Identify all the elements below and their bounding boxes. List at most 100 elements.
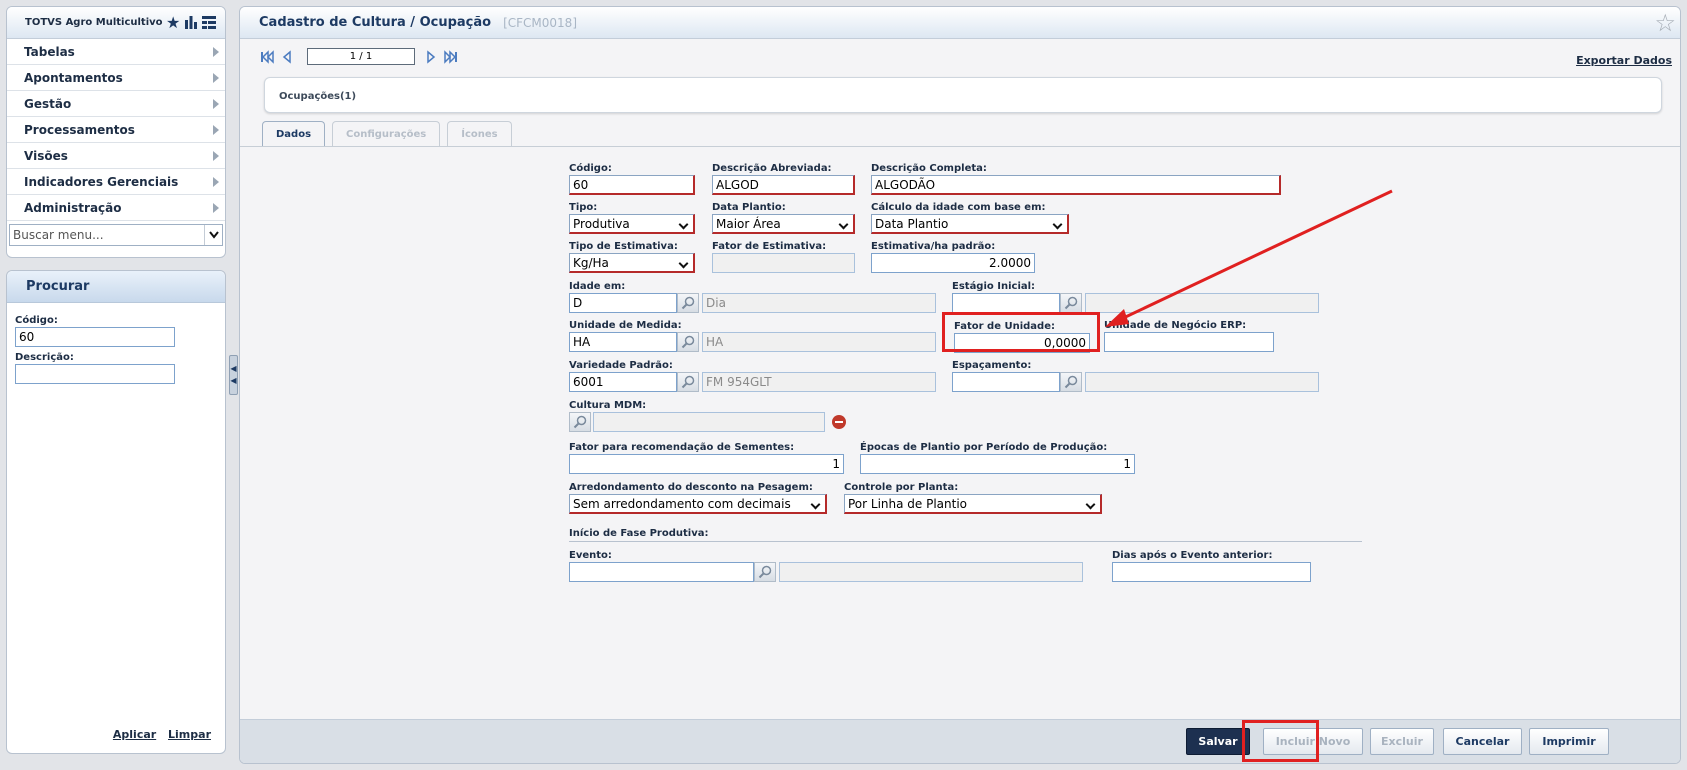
descricao-filter-input[interactable]	[15, 364, 175, 384]
calculo-idade-select[interactable]: Data Plantio	[871, 214, 1069, 234]
export-data-link[interactable]: Exportar Dados	[1576, 54, 1672, 67]
occupations-panel[interactable]: Ocupações(1)	[264, 77, 1662, 113]
page-code: [CFCM0018]	[503, 15, 577, 30]
evento-field[interactable]	[569, 562, 754, 582]
star-icon[interactable]: ★	[166, 14, 181, 31]
search-panel-title: Procurar	[7, 271, 225, 303]
page-indicator-input[interactable]: 1 / 1	[307, 48, 415, 65]
variedade-padrao-lookup[interactable]	[677, 372, 699, 392]
save-button[interactable]: Salvar	[1186, 728, 1250, 755]
sidebar-item-visoes[interactable]: Visões	[7, 143, 225, 169]
tab-configuracoes[interactable]: Configurações	[332, 121, 441, 146]
bar-chart-icon[interactable]	[184, 15, 199, 31]
magnifier-icon	[681, 375, 695, 389]
grid-list-icon[interactable]	[202, 15, 217, 31]
descricao-abreviada-field[interactable]: ALGOD	[712, 175, 855, 195]
app-title: TOTVS Agro Multicultivo	[25, 17, 163, 28]
chevron-down-icon[interactable]	[204, 225, 222, 245]
chevron-right-icon	[213, 203, 219, 213]
cultura-mdm-lookup[interactable]	[569, 412, 591, 432]
estagio-inicial-label: Estágio Inicial:	[952, 281, 1036, 292]
sidebar-item-indicadores[interactable]: Indicadores Gerenciais	[7, 169, 225, 195]
data-plantio-select[interactable]: Maior Área	[712, 214, 855, 234]
variedade-padrao-description: FM 954GLT	[702, 372, 936, 392]
chevron-right-icon	[213, 47, 219, 57]
espacamento-lookup[interactable]	[1060, 372, 1082, 392]
apply-filter-link[interactable]: Aplicar	[113, 728, 156, 741]
codigo-label: Código:	[569, 163, 612, 174]
variedade-padrao-field[interactable]: 6001	[569, 372, 677, 392]
sidebar-collapse-handle[interactable]: ◀ ◀	[229, 355, 238, 395]
controle-planta-select[interactable]: Por Linha de Plantio	[844, 494, 1102, 514]
main-panel: Cadastro de Cultura / Ocupação [CFCM0018…	[239, 6, 1681, 764]
estagio-inicial-lookup[interactable]	[1060, 293, 1082, 313]
dias-apos-label: Dias após o Evento anterior:	[1112, 550, 1273, 561]
cancel-button[interactable]: Cancelar	[1443, 728, 1522, 755]
estimativa-ha-field[interactable]: 2.0000	[871, 253, 1035, 273]
evento-lookup[interactable]	[754, 562, 776, 582]
chevron-right-icon	[213, 125, 219, 135]
dias-apos-field[interactable]	[1112, 562, 1311, 582]
magnifier-icon	[1064, 375, 1078, 389]
calculo-idade-label: Cálculo da idade com base em:	[871, 202, 1046, 213]
codigo-field[interactable]: 60	[569, 175, 695, 195]
sidebar-header: TOTVS Agro Multicultivo ★	[7, 7, 225, 39]
variedade-padrao-label: Variedade Padrão:	[569, 360, 673, 371]
occupations-label: Ocupações(1)	[279, 91, 357, 102]
last-record-icon[interactable]	[443, 49, 459, 65]
favorite-star-icon[interactable]: ☆	[1654, 11, 1676, 35]
sidebar-item-label: Processamentos	[24, 122, 135, 137]
unidade-medida-label: Unidade de Medida:	[569, 320, 682, 331]
controle-planta-label: Controle por Planta:	[844, 482, 959, 493]
sidebar-item-label: Indicadores Gerenciais	[24, 174, 179, 189]
descricao-filter-label: Descrição:	[15, 352, 74, 363]
fator-sementes-label: Fator para recomendação de Sementes:	[569, 442, 795, 453]
sidebar-item-apontamentos[interactable]: Apontamentos	[7, 65, 225, 91]
cultura-mdm-label: Cultura MDM:	[569, 400, 647, 411]
idade-em-lookup[interactable]	[677, 293, 699, 313]
unidade-medida-description: HA	[702, 332, 936, 352]
sidebar-item-processamentos[interactable]: Processamentos	[7, 117, 225, 143]
tab-dados[interactable]: Dados	[262, 121, 326, 147]
delete-button[interactable]: Excluir	[1370, 728, 1434, 755]
sidebar-item-label: Tabelas	[24, 44, 75, 59]
unidade-negocio-field[interactable]	[1104, 332, 1274, 352]
sidebar-item-gestao[interactable]: Gestão	[7, 91, 225, 117]
descricao-completa-label: Descrição Completa:	[871, 163, 987, 174]
chevron-right-icon	[213, 151, 219, 161]
record-navigation: 1 / 1	[259, 48, 463, 65]
magnifier-icon	[681, 296, 695, 310]
estimativa-ha-label: Estimativa/ha padrão:	[871, 241, 996, 252]
previous-record-icon[interactable]	[279, 49, 295, 65]
chevron-right-icon	[213, 73, 219, 83]
print-button[interactable]: Imprimir	[1529, 728, 1609, 755]
espacamento-field[interactable]	[952, 372, 1060, 392]
estagio-inicial-field[interactable]	[952, 293, 1060, 313]
codigo-filter-input[interactable]: 60	[15, 327, 175, 347]
next-record-icon[interactable]	[423, 49, 439, 65]
magnifier-icon	[681, 335, 695, 349]
arredondamento-select[interactable]: Sem arredondamento com decimais	[569, 494, 827, 514]
first-record-icon[interactable]	[259, 49, 275, 65]
remove-icon[interactable]	[832, 415, 846, 429]
chevron-left-icon: ◀	[230, 364, 237, 373]
clear-filter-link[interactable]: Limpar	[168, 728, 211, 741]
sidebar-item-administracao[interactable]: Administração	[7, 195, 225, 221]
tab-icones[interactable]: Ícones	[447, 121, 512, 146]
descricao-abreviada-label: Descrição Abreviada:	[712, 163, 832, 174]
unidade-medida-field[interactable]: HA	[569, 332, 677, 352]
tipo-select[interactable]: Produtiva	[569, 214, 695, 234]
menu-panel: TOTVS Agro Multicultivo ★ Tabelas Aponta…	[6, 6, 226, 258]
sidebar-item-label: Visões	[24, 148, 68, 163]
cultura-mdm-description	[593, 412, 825, 432]
sidebar-item-tabelas[interactable]: Tabelas	[7, 39, 225, 65]
menu-search-input[interactable]	[10, 225, 204, 245]
descricao-completa-field[interactable]: ALGODÃO	[871, 175, 1281, 195]
idade-em-field[interactable]: D	[569, 293, 677, 313]
tipo-estimativa-label: Tipo de Estimativa:	[569, 241, 678, 252]
tipo-estimativa-select[interactable]: Kg/Ha	[569, 253, 695, 273]
unidade-medida-lookup[interactable]	[677, 332, 699, 352]
epocas-plantio-field[interactable]: 1	[860, 454, 1135, 474]
fator-sementes-field[interactable]: 1	[569, 454, 844, 474]
estagio-inicial-description	[1085, 293, 1319, 313]
